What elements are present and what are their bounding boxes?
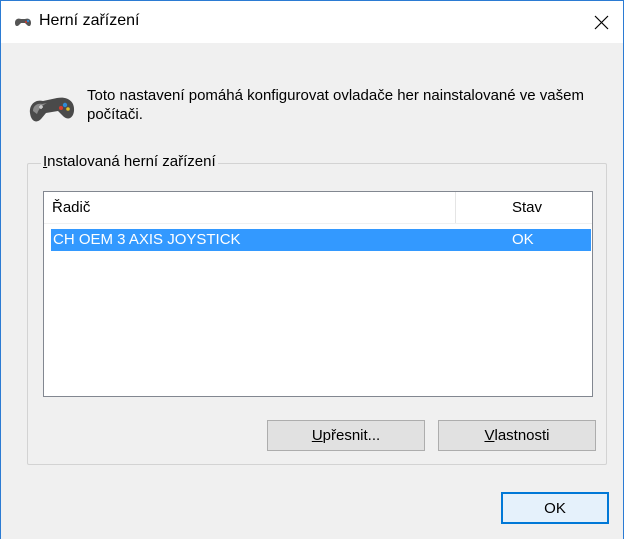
- close-icon: [594, 15, 608, 29]
- title-bar[interactable]: Herní zařízení: [1, 1, 623, 43]
- gamepad-icon: [13, 14, 33, 30]
- intro-text: Toto nastavení pomáhá konfigurovat ovlad…: [87, 87, 584, 123]
- close-button[interactable]: [579, 1, 623, 43]
- column-header-controller[interactable]: Řadič: [52, 199, 90, 216]
- column-divider[interactable]: [455, 192, 456, 223]
- table-row[interactable]: CH OEM 3 AXIS JOYSTICK OK: [51, 229, 591, 251]
- column-header-status[interactable]: Stav: [512, 199, 542, 216]
- controller-status: OK: [512, 231, 534, 248]
- controller-name: CH OEM 3 AXIS JOYSTICK: [53, 231, 241, 248]
- properties-button[interactable]: Vlastnosti: [438, 420, 596, 451]
- list-header: Řadič Stav: [44, 192, 592, 224]
- header-divider: [44, 223, 592, 224]
- controllers-list[interactable]: Řadič Stav CH OEM 3 AXIS JOYSTICK OK: [43, 191, 593, 397]
- gamepad-icon: [27, 87, 77, 127]
- window-title: Herní zařízení: [39, 12, 140, 29]
- group-label: Instalovaná herní zařízení: [41, 153, 218, 170]
- game-controllers-dialog: Herní zařízení Toto nastavení pomáhá kon…: [0, 0, 624, 539]
- ok-button[interactable]: OK: [501, 492, 609, 524]
- advanced-button[interactable]: Upřesnit...: [267, 420, 425, 451]
